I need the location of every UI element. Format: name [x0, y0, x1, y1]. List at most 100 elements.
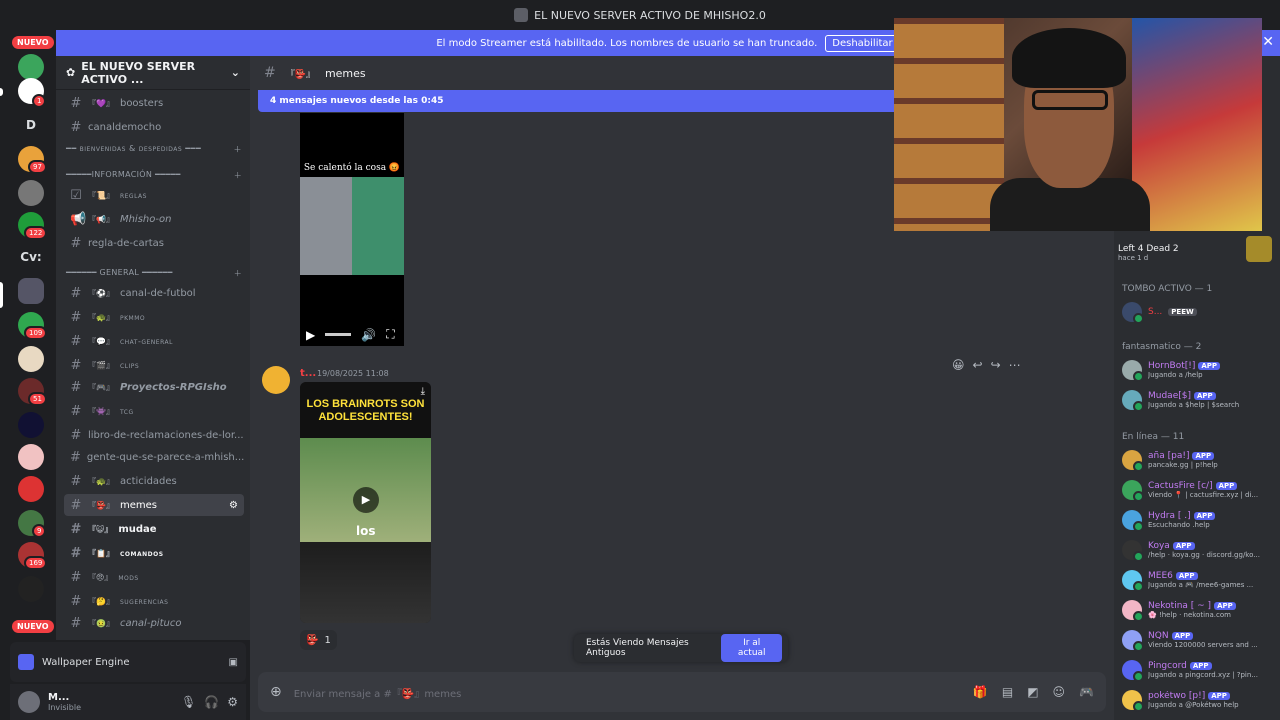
member-item[interactable]: MEE6 APP Jugando a 🎮 /mee6-games ...: [1122, 566, 1274, 594]
add-channel-icon[interactable]: ＋: [234, 144, 243, 155]
channel-sugerencias[interactable]: # 『🤔』 sugerencias: [64, 590, 244, 612]
microphone-icon[interactable]: 🎙: [181, 695, 196, 709]
channel-mods[interactable]: # 『😠』 mods: [64, 566, 244, 588]
channel-chat-general[interactable]: # 『💬』 chat-general: [64, 330, 244, 352]
member-item[interactable]: Koya APP/help · koya.gg · discord.gg/ko..…: [1122, 536, 1274, 564]
category-bienvenidas[interactable]: ━━ bienvenidas & despedidas ━━━ ＋: [66, 144, 242, 155]
sticker-icon[interactable]: ◩: [1027, 685, 1038, 699]
member-item[interactable]: aña [pa!] APP pancake.gg | p!help: [1122, 446, 1274, 474]
member-item[interactable]: Pingcord APP Jugando a pingcord.xyz | ?pin…: [1122, 656, 1274, 684]
avatar[interactable]: [18, 691, 40, 713]
fullscreen-icon[interactable]: ⛶: [386, 327, 394, 342]
channel-regla-de-cartas[interactable]: # regla-de-cartas: [64, 232, 244, 254]
server-icon-14[interactable]: [18, 576, 44, 602]
channel-mudae[interactable]: # 『😺』 mudae: [64, 518, 244, 540]
new-messages-bar[interactable]: 4 mensajes nuevos desde las 0:45: [258, 90, 898, 112]
channel-pkmmo[interactable]: # 『🐢』 pkmmo: [64, 306, 244, 328]
user-info[interactable]: M... Invisible: [48, 692, 81, 712]
play-icon[interactable]: ▶: [353, 487, 379, 513]
apps-icon[interactable]: 🎮: [1079, 685, 1094, 699]
category-informacion[interactable]: ━━━━━INFORMACIÓN ━━━━━ ＋: [66, 170, 242, 181]
new-badge[interactable]: NUEVO: [12, 36, 54, 49]
member-item[interactable]: Mudae[$] APP Jugando a $help | $search: [1122, 386, 1274, 414]
jump-to-present-button[interactable]: Ir al actual: [721, 634, 782, 662]
card-caption: los: [356, 524, 376, 538]
video-attachment[interactable]: Se calentó la cosa 😡 ▶ 🔊 ⛶: [300, 113, 404, 346]
game-icon: [1246, 236, 1272, 262]
reply-icon[interactable]: ↩: [973, 358, 983, 372]
channel-canaldemocho[interactable]: # canaldemocho: [64, 116, 244, 138]
member-item[interactable]: Nekotina [ ~ ] APP 🌸 !help · nekotina.com: [1122, 596, 1274, 624]
avatar: [1122, 540, 1144, 562]
screen-share-icon[interactable]: ▣: [229, 657, 238, 668]
toy-shelf: [894, 18, 1004, 231]
hash-icon: #: [70, 285, 82, 301]
gif-icon[interactable]: ▤: [1002, 685, 1013, 699]
server-name: EL NUEVO SERVER ACTIVO ...: [81, 59, 196, 86]
server-icon-4[interactable]: [18, 180, 44, 206]
channel-libro[interactable]: # libro-de-reclamaciones-de-lor...: [64, 424, 244, 446]
channel-reglas[interactable]: ☑ 『📜』 reglas: [64, 184, 244, 206]
gear-icon[interactable]: ⚙: [229, 500, 238, 511]
server-initial-d[interactable]: D: [18, 112, 44, 138]
add-channel-icon[interactable]: ＋: [234, 170, 242, 181]
close-icon[interactable]: ✕: [1262, 34, 1274, 50]
channel-gente[interactable]: # gente-que-se-parece-a-mhish...: [64, 446, 244, 468]
server-icon-11[interactable]: [18, 476, 44, 502]
megaphone-icon: 📢: [70, 211, 87, 227]
message-input[interactable]: Enviar mensaje a #『👺』memes: [294, 685, 462, 700]
emoji-icon[interactable]: ☺: [1053, 685, 1066, 699]
channel-boosters[interactable]: # 『💜』 boosters: [64, 92, 244, 114]
hash-icon: #: [70, 357, 82, 373]
server-initial-cv[interactable]: Cv:: [18, 244, 44, 270]
more-icon[interactable]: ⋯: [1009, 358, 1021, 372]
channel-clips[interactable]: # 『🎬』 clips: [64, 354, 244, 376]
channel-tcg[interactable]: # 『👾』 tcg: [64, 400, 244, 422]
activity-panel[interactable]: Wallpaper Engine ▣: [10, 642, 246, 682]
message-composer[interactable]: ⊕ Enviar mensaje a #『👺』memes 🎁 ▤ ◩ ☺ 🎮: [258, 672, 1106, 712]
settings-gear-icon[interactable]: ⚙: [227, 695, 238, 709]
member-item[interactable]: Hydra [ .] APP Escuchando .help: [1122, 506, 1274, 534]
disable-streamer-button[interactable]: Deshabilitar: [825, 34, 900, 52]
server-header[interactable]: ✿ EL NUEVO SERVER ACTIVO ... ⌄: [56, 56, 250, 90]
new-badge[interactable]: NUEVO: [12, 620, 54, 633]
channel-acticidades[interactable]: # 『🐢』 acticidades: [64, 470, 244, 492]
emoji-icon: 『👺』: [285, 69, 315, 80]
reaction-icon[interactable]: 😀: [952, 358, 965, 372]
hash-icon: #: [70, 95, 82, 111]
message-author[interactable]: t...: [300, 368, 316, 379]
add-attachment-icon[interactable]: ⊕: [270, 684, 282, 700]
download-icon[interactable]: ⤓: [421, 386, 425, 397]
server-icon-10[interactable]: [18, 444, 44, 470]
channel-mhisho-on[interactable]: 📢 『📢』 Mhisho-on: [64, 208, 244, 230]
server-icon-active[interactable]: [18, 278, 44, 304]
member-item[interactable]: S... PEEW: [1122, 298, 1274, 326]
gift-icon[interactable]: 🎁: [973, 685, 988, 699]
video-attachment[interactable]: LOS BRAINROTS SON ADOLESCENTES! los ▶ ⤓: [300, 382, 431, 623]
channel-comandos[interactable]: # 『📋』 comandos: [64, 542, 244, 564]
play-icon[interactable]: ▶: [306, 328, 315, 342]
channel-proyectos[interactable]: # 『🎮』 Proyectos-RPGIsho: [64, 376, 244, 398]
add-channel-icon[interactable]: ＋: [234, 268, 242, 279]
headphones-icon[interactable]: 🎧: [204, 695, 219, 709]
member-item[interactable]: CactusFire [c/] APP Viendo 📍 | cactusfire.…: [1122, 476, 1274, 504]
server-icon-7[interactable]: [18, 346, 44, 372]
volume-icon[interactable]: 🔊: [361, 328, 376, 342]
channel-pituco[interactable]: # 『🤢』 canal-pituco: [64, 612, 244, 634]
server-icon-1[interactable]: [18, 54, 44, 80]
forward-icon[interactable]: ↪: [991, 358, 1001, 372]
volume-slider[interactable]: [325, 333, 352, 336]
avatar[interactable]: [262, 366, 290, 394]
streamer-hair: [1012, 28, 1126, 88]
reaction-chip[interactable]: 👺 1: [300, 630, 337, 650]
member-item[interactable]: HornBot[!] APP Jugando a /help: [1122, 356, 1274, 384]
game-activity-card[interactable]: Left 4 Dead 2 hace 1 d: [1118, 236, 1276, 270]
message-timestamp: 19/08/2025 11:08: [317, 369, 389, 378]
channel-futbol[interactable]: # 『⚽』 canal-de-futbol: [64, 282, 244, 304]
member-item[interactable]: NQN APP Viendo 1200000 servers and ...: [1122, 626, 1274, 654]
category-general[interactable]: ━━━━━━ GENERAL ━━━━━━ ＋: [66, 268, 242, 279]
channel-memes[interactable]: # 『👺』 memes ⚙: [64, 494, 244, 516]
emoji-icon: 『🎬』: [88, 360, 114, 370]
member-item[interactable]: pokétwo [p!] APP Jugando a @Pokétwo help: [1122, 686, 1274, 714]
server-icon-9[interactable]: [18, 412, 44, 438]
